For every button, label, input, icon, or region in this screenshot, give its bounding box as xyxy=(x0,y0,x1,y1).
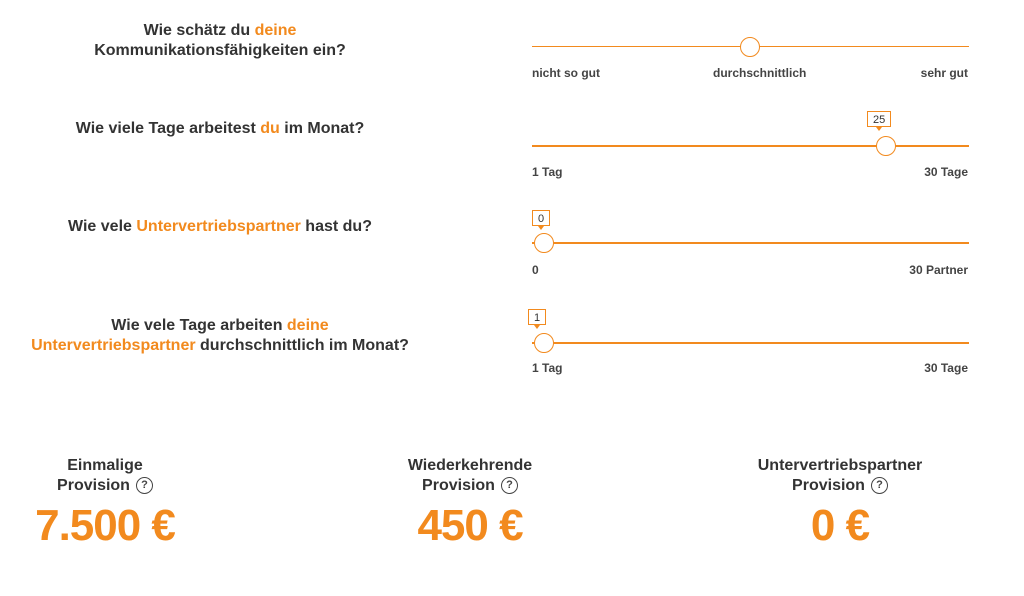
slider-thumb[interactable] xyxy=(534,333,554,353)
question-text: Wie schätz du xyxy=(143,22,255,39)
result-one-time-commission: Einmalige Provision? 7.500 € xyxy=(10,456,200,550)
help-icon[interactable]: ? xyxy=(135,477,153,495)
slider-track[interactable] xyxy=(532,342,969,344)
result-title-line1: Wiederkehrende xyxy=(407,457,533,474)
slider-label-max: 30 Tage xyxy=(924,165,968,179)
slider-label-min: nicht so gut xyxy=(532,66,600,80)
result-recurring-commission: Wiederkehrende Provision? 450 € xyxy=(375,456,565,550)
question-accent: Untervertriebspartner xyxy=(136,218,301,235)
question-text: Wie viele Tage arbeitest xyxy=(75,120,261,137)
result-partner-commission: Untervertriebspartner Provision? 0 € xyxy=(725,456,955,550)
result-amount: 0 € xyxy=(810,501,870,550)
slider-thumb[interactable] xyxy=(534,233,554,253)
partner-days-slider[interactable]: 1 xyxy=(528,309,969,382)
result-title-line2: Provision xyxy=(792,477,865,494)
question-text-2: Kommunikationsfähigkeiten ein? xyxy=(94,42,346,59)
slider-label-mid: durchschnittlich xyxy=(713,66,807,80)
slider-label-max: sehr gut xyxy=(920,66,968,80)
question-text-2: hast du? xyxy=(300,218,372,235)
result-amount: 7.500 € xyxy=(35,501,176,550)
slider-label-max: 30 Tage xyxy=(924,361,968,375)
slider-track[interactable] xyxy=(532,242,969,244)
result-title-line1: Untervertriebspartner xyxy=(757,457,923,474)
result-title-line1: Einmalige xyxy=(67,457,143,474)
slider-label-min: 1 Tag xyxy=(532,165,563,179)
slider-value-bubble: 0 xyxy=(532,210,551,230)
slider-label-min: 0 xyxy=(532,263,539,277)
result-title-line2: Provision xyxy=(57,477,130,494)
result-amount: 450 € xyxy=(417,501,523,550)
slider-value-bubble: 25 xyxy=(867,111,892,131)
partners-slider[interactable]: 0 xyxy=(532,210,969,282)
question-text-2: im Monat? xyxy=(279,120,365,137)
question-accent-2: Untervertriebspartner xyxy=(31,337,196,354)
slider-track[interactable] xyxy=(532,145,969,147)
question-communication: Wie schätz du deine Kommunikationsfähigk… xyxy=(60,21,380,61)
question-partners: Wie vele Untervertriebspartner hast du? xyxy=(30,217,410,237)
question-text: Wie vele xyxy=(68,218,137,235)
question-accent: du xyxy=(260,120,280,137)
result-title-line2: Provision xyxy=(422,477,495,494)
slider-thumb[interactable] xyxy=(876,136,896,156)
slider-thumb[interactable] xyxy=(740,37,760,57)
slider-label-max: 30 Partner xyxy=(909,263,968,277)
slider-value-bubble: 1 xyxy=(528,309,547,329)
question-text: Wie vele Tage arbeiten xyxy=(111,317,287,334)
slider-label-min: 1 Tag xyxy=(532,361,563,375)
help-icon[interactable]: ? xyxy=(870,477,888,495)
question-partner-days: Wie vele Tage arbeiten deine Untervertri… xyxy=(10,316,430,356)
question-working-days: Wie viele Tage arbeitest du im Monat? xyxy=(40,119,400,139)
working-days-slider[interactable]: 25 xyxy=(532,111,969,185)
question-text-2: durchschnittlich im Monat? xyxy=(195,337,409,354)
question-accent: deine xyxy=(254,22,297,39)
question-accent: deine xyxy=(286,317,329,334)
help-icon[interactable]: ? xyxy=(500,477,518,495)
